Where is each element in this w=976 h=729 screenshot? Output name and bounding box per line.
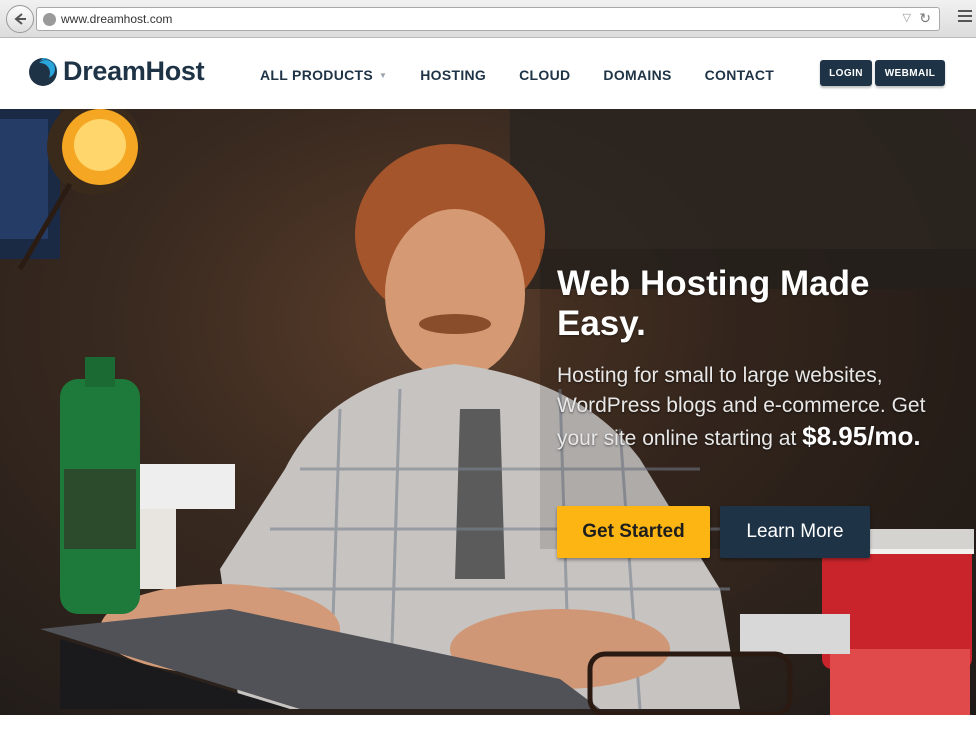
logo-text: DreamHost bbox=[63, 56, 205, 86]
login-button[interactable]: LOGIN bbox=[820, 60, 872, 86]
get-started-button[interactable]: Get Started bbox=[557, 506, 710, 558]
site-header: DreamHost ALL PRODUCTS ▼ HOSTING CLOUD DO… bbox=[0, 39, 976, 109]
back-button[interactable] bbox=[6, 5, 34, 33]
back-arrow-icon bbox=[14, 13, 26, 25]
learn-more-button[interactable]: Learn More bbox=[720, 506, 870, 558]
nav-domains[interactable]: DOMAINS bbox=[603, 67, 671, 83]
hamburger-menu-icon[interactable] bbox=[958, 10, 972, 26]
caret-down-icon: ▼ bbox=[379, 71, 388, 80]
address-bar[interactable]: www.dreamhost.com ▽ ↻ bbox=[36, 7, 940, 31]
logo[interactable]: DreamHost bbox=[28, 56, 205, 87]
webmail-button[interactable]: WEBMAIL bbox=[875, 60, 945, 86]
dreamhost-logo-icon bbox=[29, 57, 58, 86]
hero-price: $8.95/mo. bbox=[802, 421, 921, 451]
hero-banner: Web Hosting Made Easy. Hosting for small… bbox=[0, 109, 976, 715]
hero-title: Web Hosting Made Easy. bbox=[557, 264, 870, 343]
reload-icon[interactable]: ↻ bbox=[919, 10, 931, 27]
nav-cloud[interactable]: CLOUD bbox=[519, 67, 570, 83]
nav-hosting[interactable]: HOSTING bbox=[420, 67, 486, 83]
nav-contact[interactable]: CONTACT bbox=[705, 67, 775, 83]
globe-icon bbox=[43, 13, 56, 26]
main-nav: ALL PRODUCTS ▼ HOSTING CLOUD DOMAINS CONT… bbox=[260, 67, 807, 83]
browser-toolbar: www.dreamhost.com ▽ ↻ bbox=[0, 0, 976, 38]
nav-all-products[interactable]: ALL PRODUCTS ▼ bbox=[260, 67, 387, 83]
dropdown-icon[interactable]: ▽ bbox=[903, 11, 911, 24]
hero-description: Hosting for small to large websites, Wor… bbox=[557, 361, 947, 454]
url-text: www.dreamhost.com bbox=[61, 12, 173, 26]
page-below-hero bbox=[0, 715, 976, 729]
